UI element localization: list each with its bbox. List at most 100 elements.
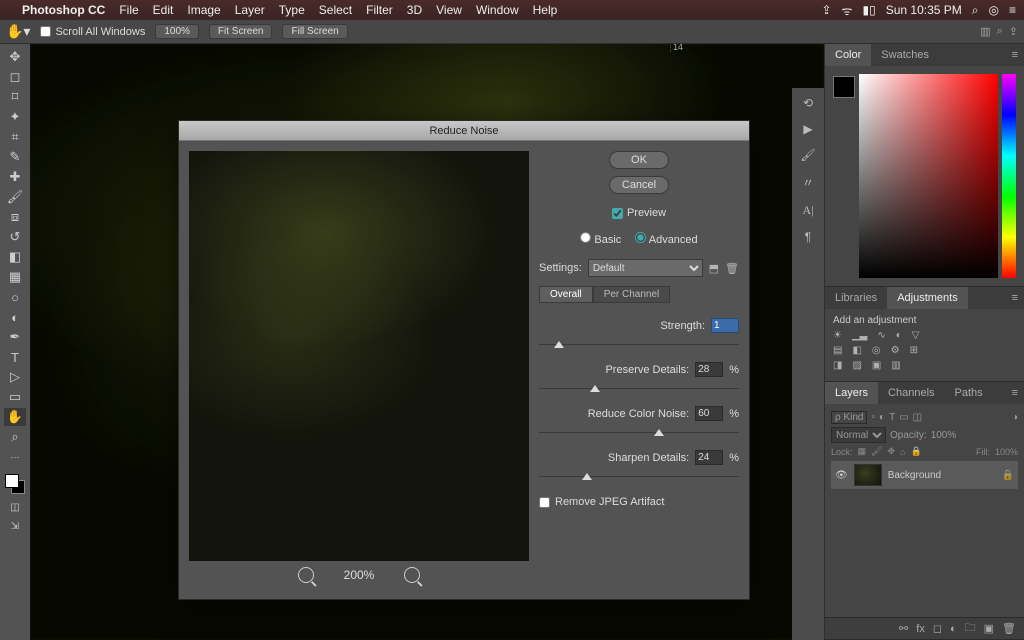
sharpen-slider[interactable]	[539, 467, 739, 477]
save-preset-icon[interactable]: ⬒	[709, 262, 719, 275]
ok-button[interactable]: OK	[609, 151, 669, 169]
tool-path[interactable]: ▷	[4, 368, 26, 386]
filter-toggle-icon[interactable]: ◑	[1012, 412, 1018, 423]
menu-image[interactable]: Image	[187, 3, 220, 17]
tab-adjustments[interactable]: Adjustments	[887, 287, 968, 309]
adj-map-icon[interactable]: ▥	[891, 360, 900, 371]
tool-wand[interactable]: ✦	[4, 108, 26, 126]
screen-mode-icon[interactable]: ⇲	[11, 521, 19, 532]
fill-screen-button[interactable]: Fill Screen	[282, 24, 347, 39]
filter-type-icon[interactable]: T	[889, 412, 895, 423]
subtab-per-channel[interactable]: Per Channel	[593, 286, 671, 303]
search-icon[interactable]: ⌕	[972, 3, 979, 18]
group-icon[interactable]: 🗀	[965, 619, 976, 638]
tool-gradient[interactable]: ▦	[4, 268, 26, 286]
adj-threshold-icon[interactable]: ▣	[872, 360, 881, 371]
menu-layer[interactable]: Layer	[235, 3, 265, 17]
tool-more[interactable]: ⋯	[4, 448, 26, 466]
char-panel-icon[interactable]: A|	[798, 203, 818, 218]
adj-hue-icon[interactable]: ▤	[833, 345, 842, 356]
tab-layers[interactable]: Layers	[825, 382, 878, 404]
lock-trans-icon[interactable]: ▦	[858, 446, 867, 457]
history-panel-icon[interactable]: ⟲	[798, 96, 818, 110]
dropbox-icon[interactable]: ⇪	[821, 3, 831, 17]
tool-eyedrop[interactable]: ✎	[4, 148, 26, 166]
fit-screen-button[interactable]: Fit Screen	[209, 24, 273, 39]
adj-posterize-icon[interactable]: ▨	[852, 360, 861, 371]
tool-stamp[interactable]: ⧈	[4, 208, 26, 226]
clock[interactable]: Sun 10:35 PM	[886, 3, 962, 17]
opacity-value[interactable]: 100%	[931, 430, 957, 441]
wifi-icon[interactable]: ᯤ	[842, 2, 853, 19]
layer-filter-kind[interactable]: ρ Kind	[831, 411, 867, 424]
tab-color[interactable]: Color	[825, 44, 871, 66]
tab-libraries[interactable]: Libraries	[825, 287, 887, 309]
filter-adjust-icon[interactable]: ◐	[879, 412, 885, 423]
fx-icon[interactable]: fx	[916, 623, 925, 635]
adj-brightness-icon[interactable]: ☀	[833, 330, 842, 341]
brush-presets-icon[interactable]: 〃	[798, 174, 818, 191]
tool-move[interactable]: ✥	[4, 48, 26, 66]
subtab-overall[interactable]: Overall	[539, 286, 593, 303]
visibility-icon[interactable]: 👁	[835, 470, 848, 481]
filter-shape-icon[interactable]: ▭	[899, 412, 908, 423]
battery-icon[interactable]: ▮▯	[862, 3, 875, 17]
tool-type[interactable]: T	[4, 348, 26, 366]
menu-window[interactable]: Window	[476, 3, 519, 17]
menu-help[interactable]: Help	[533, 3, 558, 17]
dialog-preview-image[interactable]	[189, 151, 529, 561]
zoom-level[interactable]: 100%	[155, 24, 199, 39]
tool-history-brush[interactable]: ↺	[4, 228, 26, 246]
filter-pixel-icon[interactable]: ▫	[871, 412, 875, 423]
fill-value[interactable]: 100%	[995, 447, 1018, 457]
remove-jpeg-checkbox[interactable]: Remove JPEG Artifact	[539, 496, 739, 508]
panel-menu-icon[interactable]: ≡	[1006, 292, 1024, 304]
menu-edit[interactable]: Edit	[153, 3, 174, 17]
app-name[interactable]: Photoshop CC	[22, 3, 105, 17]
panel-menu-icon[interactable]: ≡	[1006, 49, 1024, 61]
panel-menu-icon[interactable]: ≡	[1006, 387, 1024, 399]
adj-exposure-icon[interactable]: ◐	[896, 330, 902, 341]
share-icon[interactable]: ⇪	[1009, 25, 1018, 38]
strength-field[interactable]	[711, 318, 739, 333]
trash-icon[interactable]: 🗑	[1002, 622, 1016, 635]
reduce-field[interactable]	[695, 406, 723, 421]
settings-select[interactable]: Default	[588, 259, 703, 277]
tool-marquee[interactable]: ◻	[4, 68, 26, 86]
quick-mask-icon[interactable]: ◫	[10, 502, 19, 513]
tab-swatches[interactable]: Swatches	[871, 44, 939, 66]
cancel-button[interactable]: Cancel	[609, 176, 669, 194]
brush-panel-icon[interactable]: 🖌	[798, 148, 818, 162]
new-layer-icon[interactable]: ▣	[984, 622, 994, 635]
tool-dodge[interactable]: ◐	[4, 308, 26, 326]
preview-checkbox[interactable]	[612, 208, 623, 219]
notifications-icon[interactable]: ≡	[1009, 3, 1016, 17]
lock-pos-icon[interactable]: ✥	[887, 446, 895, 457]
color-field[interactable]	[859, 74, 998, 278]
tool-pen[interactable]: ✒	[4, 328, 26, 346]
adj-vibrance-icon[interactable]: ▽	[912, 330, 920, 341]
search-app-icon[interactable]: ⌕	[997, 25, 1003, 38]
advanced-radio[interactable]: Advanced	[635, 232, 697, 246]
adj-curves-icon[interactable]: ∿	[877, 330, 885, 341]
preserve-field[interactable]	[695, 362, 723, 377]
lock-nest-icon[interactable]: ⌂	[900, 447, 905, 457]
trash-preset-icon[interactable]: 🗑	[725, 262, 739, 275]
new-fill-icon[interactable]: ◐	[950, 623, 957, 635]
paragraph-panel-icon[interactable]: ¶	[798, 230, 818, 244]
tool-crop[interactable]: ⌗	[4, 128, 26, 146]
tool-brush[interactable]: 🖌	[4, 188, 26, 206]
lock-all-icon[interactable]: 🔒	[910, 446, 921, 457]
workspace-icon[interactable]: ▥	[980, 25, 990, 38]
hue-slider[interactable]	[1002, 74, 1016, 278]
menu-select[interactable]: Select	[319, 3, 352, 17]
preserve-slider[interactable]	[539, 379, 739, 389]
menu-file[interactable]: File	[119, 3, 138, 17]
menu-type[interactable]: Type	[279, 3, 305, 17]
tool-eraser[interactable]: ◧	[4, 248, 26, 266]
filter-smart-icon[interactable]: ◫	[913, 412, 922, 423]
tool-blur[interactable]: ○	[4, 288, 26, 306]
mask-icon[interactable]: ◻	[933, 622, 942, 635]
foreground-color[interactable]	[833, 76, 855, 98]
adj-photo-filter-icon[interactable]: ◎	[872, 345, 881, 356]
